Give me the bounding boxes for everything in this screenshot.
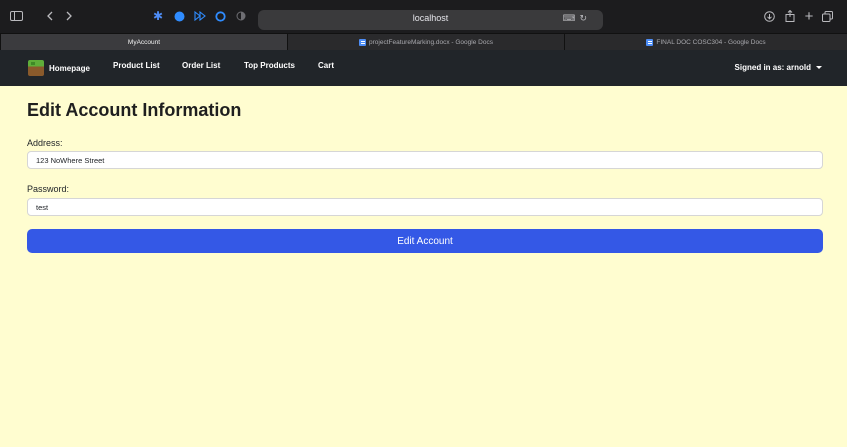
back-icon[interactable] — [44, 8, 54, 24]
privacy-icon[interactable] — [235, 8, 247, 24]
nav-link-product-list[interactable]: Product List — [113, 61, 160, 70]
forward-icon[interactable] — [64, 8, 74, 24]
user-menu-dropdown[interactable]: Signed in as: arnold — [735, 63, 822, 72]
site-navbar: Homepage Product List Order List Top Pro… — [0, 50, 847, 86]
nav-link-top-products[interactable]: Top Products — [244, 61, 295, 70]
tab-strip: MyAccount projectFeatureMarking.docx - G… — [0, 33, 847, 51]
extension-icon-fastforward[interactable] — [193, 8, 207, 24]
reload-icon[interactable]: ↻ — [579, 13, 591, 23]
edit-account-button[interactable]: Edit Account — [27, 229, 823, 253]
tab-overview-icon[interactable] — [821, 8, 833, 24]
nav-link-order-list[interactable]: Order List — [182, 61, 220, 70]
nav-link-cart[interactable]: Cart — [318, 61, 334, 70]
chevron-down-icon — [816, 66, 822, 69]
tab-label: MyAccount — [127, 39, 161, 46]
download-icon[interactable] — [763, 8, 775, 24]
google-docs-icon — [359, 39, 367, 46]
tab-project-feature-marking[interactable]: projectFeatureMarking.docx - Google Docs — [287, 34, 564, 51]
extension-icon-ring[interactable] — [214, 8, 226, 24]
password-input[interactable] — [27, 198, 823, 216]
browser-toolbar: ✱ localhost ⌨↻ + — [0, 0, 847, 33]
tab-label: projectFeatureMarking.docx - Google Docs — [369, 39, 493, 46]
tab-label: FINAL DOC COSC304 - Google Docs — [656, 39, 766, 46]
page-title: Edit Account Information — [27, 100, 242, 120]
translate-icon[interactable]: ⌨ — [562, 13, 579, 23]
new-tab-icon[interactable]: + — [803, 8, 815, 25]
url-text: localhost — [412, 13, 449, 23]
extension-icon-accessibility[interactable]: ✱ — [152, 8, 164, 24]
address-input[interactable] — [27, 151, 823, 169]
extension-icon-circle[interactable] — [173, 8, 185, 24]
address-bar[interactable]: localhost ⌨↻ — [258, 10, 603, 30]
password-label: Password: — [27, 184, 70, 194]
google-docs-icon — [646, 39, 654, 46]
brand-link[interactable]: Homepage — [28, 60, 90, 76]
signed-in-label: Signed in as: arnold — [734, 63, 811, 72]
sidebar-icon[interactable] — [8, 8, 24, 24]
share-icon[interactable] — [784, 8, 796, 24]
address-label: Address: — [27, 138, 63, 148]
tab-final-doc[interactable]: FINAL DOC COSC304 - Google Docs — [564, 34, 847, 51]
brand-label: Homepage — [49, 63, 90, 73]
tab-myaccount[interactable]: MyAccount — [0, 34, 287, 51]
grass-block-logo-icon — [28, 60, 44, 76]
